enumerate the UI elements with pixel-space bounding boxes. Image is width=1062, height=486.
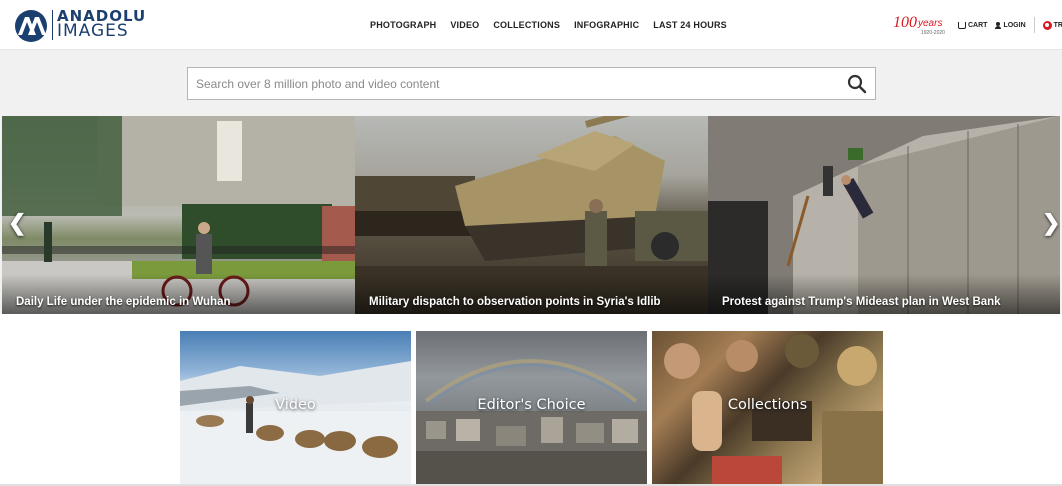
slide-idlib[interactable]: Military dispatch to observation points … xyxy=(355,116,708,314)
language-switch[interactable]: TR xyxy=(1042,20,1062,30)
brand-name: ANADOLU IMAGES xyxy=(57,9,146,41)
search-input[interactable] xyxy=(196,68,836,99)
header-actions: CART LOGIN TR xyxy=(958,0,1062,50)
cart-label: CART xyxy=(968,21,988,29)
slide-caption: Military dispatch to observation points … xyxy=(369,296,661,308)
featured-slider: Daily Life under the epidemic in Wuhan M… xyxy=(2,116,1060,314)
slider-next-arrow-icon[interactable]: ❯ xyxy=(1042,212,1060,234)
cart-icon xyxy=(958,21,966,29)
nav-infographic[interactable]: INFOGRAPHIC xyxy=(574,20,639,30)
category-label: Video xyxy=(275,397,316,413)
search-icon[interactable] xyxy=(847,74,867,94)
anniversary-word: years xyxy=(918,18,943,29)
anniversary-badge: 100 years 1920-2020 xyxy=(893,14,949,38)
site-header: ANADOLU IMAGES PHOTOGRAPH VIDEO COLLECTI… xyxy=(0,0,1062,50)
category-editors-choice[interactable]: Editor's Choice xyxy=(416,331,647,486)
aa-logo-icon xyxy=(15,10,47,42)
nav-last-24-hours[interactable]: LAST 24 HOURS xyxy=(653,20,727,30)
user-icon xyxy=(995,21,1002,29)
main-nav: PHOTOGRAPH VIDEO COLLECTIONS INFOGRAPHIC… xyxy=(370,0,727,50)
slide-wuhan[interactable]: Daily Life under the epidemic in Wuhan xyxy=(2,116,355,314)
nav-video[interactable]: VIDEO xyxy=(450,20,479,30)
login-link[interactable]: LOGIN xyxy=(995,21,1026,29)
logo-separator xyxy=(52,10,53,40)
nav-photograph[interactable]: PHOTOGRAPH xyxy=(370,20,436,30)
login-label: LOGIN xyxy=(1003,21,1026,29)
caption-shade xyxy=(708,274,1060,314)
slider-prev-arrow-icon[interactable]: ❮ xyxy=(8,212,26,234)
brand-line2: IMAGES xyxy=(57,21,129,41)
header-divider xyxy=(1033,17,1035,33)
category-label: Editor's Choice xyxy=(477,397,586,413)
cart-link[interactable]: CART xyxy=(958,21,988,29)
nav-collections[interactable]: COLLECTIONS xyxy=(493,20,560,30)
slide-caption: Daily Life under the epidemic in Wuhan xyxy=(16,296,231,308)
anniversary-range: 1920-2020 xyxy=(921,30,945,36)
caption-shade xyxy=(355,274,708,314)
category-collections[interactable]: Collections xyxy=(652,331,883,486)
caption-shade xyxy=(2,274,355,314)
language-label: TR xyxy=(1053,21,1062,29)
slide-caption: Protest against Trump's Mideast plan in … xyxy=(722,296,1001,308)
anniversary-number: 100 xyxy=(893,14,917,31)
turkey-flag-icon xyxy=(1042,20,1052,30)
search-box xyxy=(187,67,876,100)
category-video[interactable]: Video xyxy=(180,331,411,486)
category-label: Collections xyxy=(727,397,808,413)
slide-west-bank[interactable]: Protest against Trump's Mideast plan in … xyxy=(708,116,1060,314)
